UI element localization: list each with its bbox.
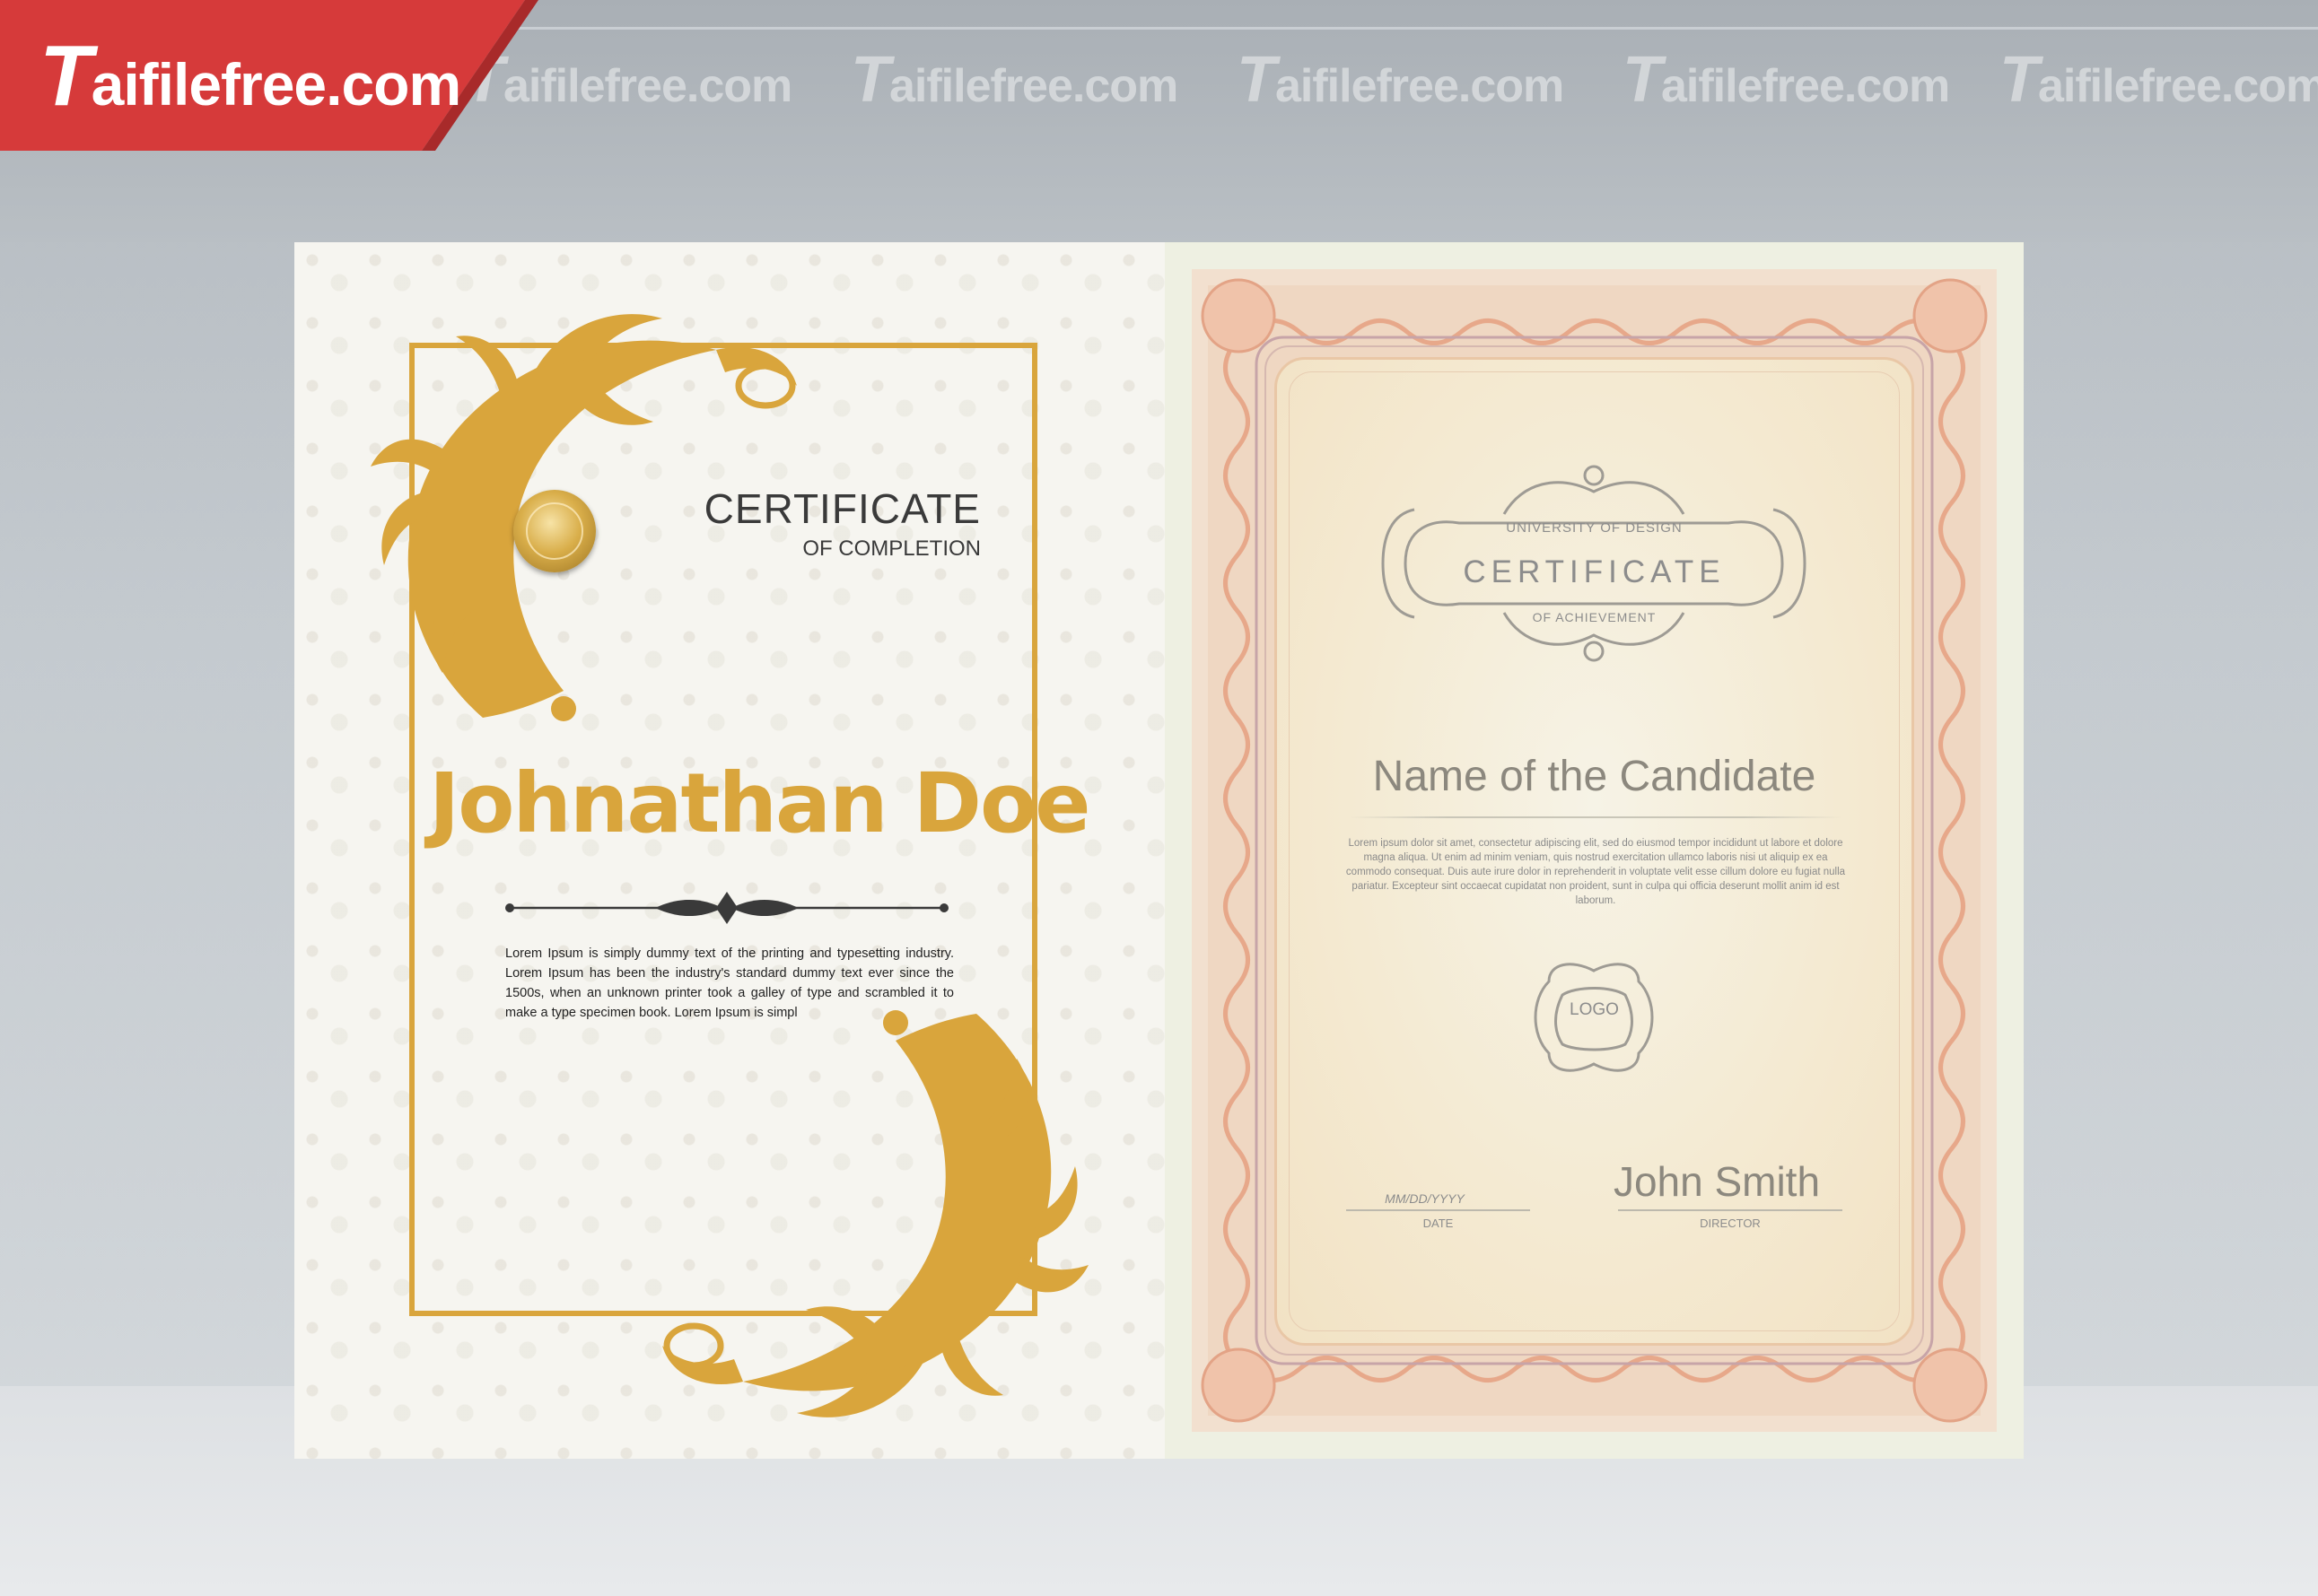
certificate-achievement: UNIVERSITY OF DESIGN CERTIFICATE OF ACHI… <box>1165 242 2024 1459</box>
date-line <box>1346 1209 1530 1211</box>
certificate-title: CERTIFICATE <box>1463 554 1726 589</box>
site-logo-text: Taifilefree.com <box>39 28 461 124</box>
date-value: MM/DD/YYYY <box>1385 1191 1465 1206</box>
date-label: DATE <box>1422 1217 1454 1230</box>
gold-seal-icon <box>513 490 596 572</box>
logo-placeholder: LOGO <box>1570 1000 1619 1019</box>
institution-name: UNIVERSITY OF DESIGN <box>1506 520 1683 536</box>
certificate-title: CERTIFICATE <box>704 485 981 532</box>
certificate-body-text: Lorem ipsum dolor sit amet, consectetur … <box>1345 838 1846 906</box>
certificate-body-text: Lorem Ipsum is simply dummy text of the … <box>505 946 954 1020</box>
candidate-name: Name of the Candidate <box>1372 753 1816 800</box>
name-underline <box>1349 816 1842 818</box>
certificate-subtitle: OF ACHIEVEMENT <box>1532 610 1657 624</box>
certificate-subtitle: OF COMPLETION <box>802 536 981 561</box>
signature-name: John Smith <box>1613 1158 1821 1205</box>
signature-line <box>1618 1209 1842 1211</box>
ornamental-divider-icon <box>505 892 949 924</box>
watermark: Taifilefree.com <box>851 44 1178 116</box>
recipient-name: Johnathan Doe <box>429 755 1091 851</box>
certificate-completion: CERTIFICATE OF COMPLETION Johnathan Doe … <box>294 242 1165 1459</box>
watermark: Taifilefree.com <box>1237 44 1564 116</box>
watermark: Taifilefree.com <box>1999 44 2318 116</box>
watermark: Taifilefree.com <box>1623 44 1950 116</box>
signature-label: DIRECTOR <box>1700 1217 1761 1230</box>
